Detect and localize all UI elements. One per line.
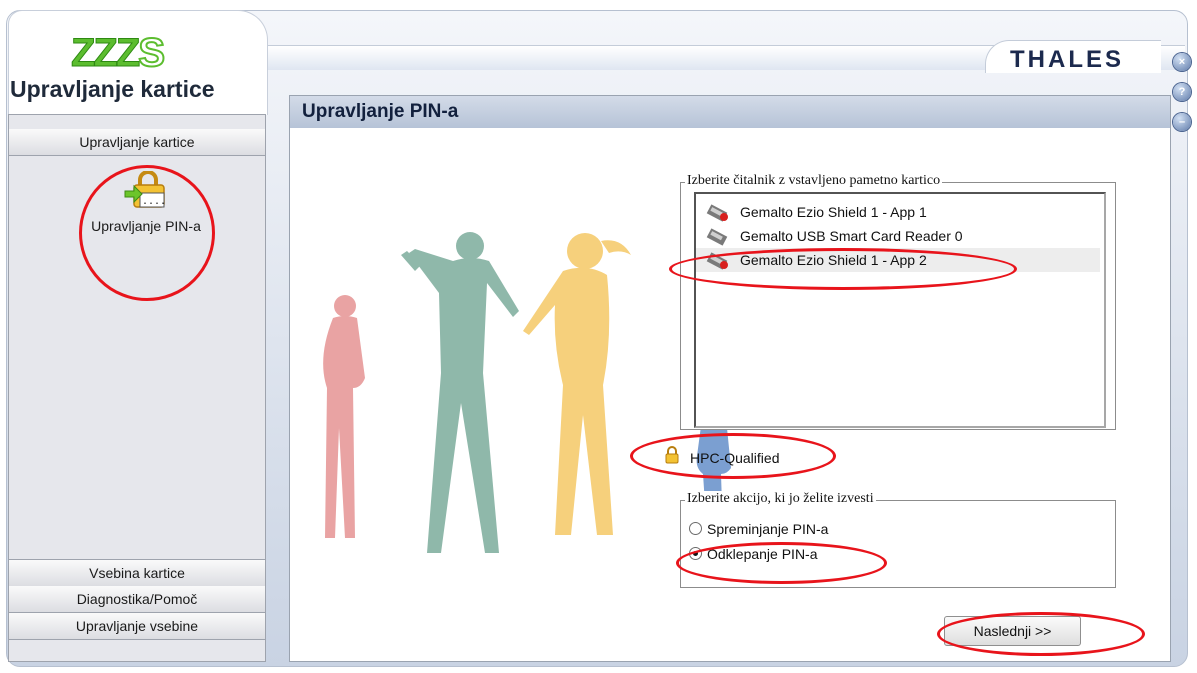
sidebar-item-vsebina-kartice[interactable]: Vsebina kartice: [9, 559, 265, 587]
action-group: Izberite akcijo, ki jo želite izvesti Sp…: [680, 491, 1116, 588]
lock-icon: [665, 446, 679, 464]
main-panel: Upravljanje PIN-a Izberite čitalnik z vs…: [289, 95, 1171, 662]
card-reader-error-icon: [706, 252, 728, 270]
sidebar-entry-label: Upravljanje PIN-a: [91, 218, 201, 234]
list-item-selected[interactable]: Gemalto Ezio Shield 1 - App 2: [696, 248, 1100, 272]
radio-label: Spreminjanje PIN-a: [707, 521, 829, 537]
reader-label: Gemalto Ezio Shield 1 - App 1: [740, 204, 927, 220]
hpc-qualified-label: HPC-Qualified: [690, 450, 780, 466]
reader-listbox[interactable]: Gemalto Ezio Shield 1 - App 1 Gemalto US…: [694, 192, 1106, 428]
radio-spreminjanje-pin[interactable]: Spreminjanje PIN-a: [689, 521, 828, 537]
card-reader-icon: [706, 228, 728, 246]
reader-label: Gemalto USB Smart Card Reader 0: [740, 228, 963, 244]
radio-button[interactable]: [689, 522, 702, 535]
reader-label: Gemalto Ezio Shield 1 - App 2: [740, 252, 927, 268]
thales-logo: THALES: [1010, 46, 1124, 73]
radio-label: Odklepanje PIN-a: [707, 546, 818, 562]
minimize-icon[interactable]: –: [1173, 113, 1191, 131]
list-item[interactable]: Gemalto USB Smart Card Reader 0: [696, 224, 1100, 248]
sidebar-item-upravljanje-kartice[interactable]: Upravljanje kartice: [9, 129, 265, 156]
close-icon[interactable]: ×: [1173, 53, 1191, 71]
panel-title: Upravljanje PIN-a: [290, 96, 1170, 128]
radio-button-checked[interactable]: [689, 547, 702, 560]
app-title: Upravljanje kartice: [10, 76, 215, 102]
list-item[interactable]: Gemalto Ezio Shield 1 - App 1: [696, 200, 1100, 224]
sidebar: Upravljanje kartice .... Upravljanje PIN…: [8, 114, 266, 662]
zzzs-logo: ZZZS: [71, 31, 166, 75]
sidebar-item-diagnostika[interactable]: Diagnostika/Pomoč: [9, 586, 265, 613]
action-group-legend: Izberite akcijo, ki jo želite izvesti: [685, 491, 876, 507]
reader-group-legend: Izberite čitalnik z vstavljeno pametno k…: [685, 173, 943, 189]
lock-key-icon: ....: [124, 170, 166, 208]
sidebar-entry-upravljanje-pin[interactable]: .... Upravljanje PIN-a: [71, 170, 221, 241]
card-reader-error-icon: [706, 204, 728, 222]
next-button[interactable]: Naslednji >>: [944, 616, 1081, 646]
svg-text:....: ....: [142, 196, 166, 207]
radio-odklepanje-pin[interactable]: Odklepanje PIN-a: [689, 546, 818, 562]
help-icon[interactable]: ?: [1173, 83, 1191, 101]
sidebar-item-upravljanje-vsebine[interactable]: Upravljanje vsebine: [9, 613, 265, 640]
